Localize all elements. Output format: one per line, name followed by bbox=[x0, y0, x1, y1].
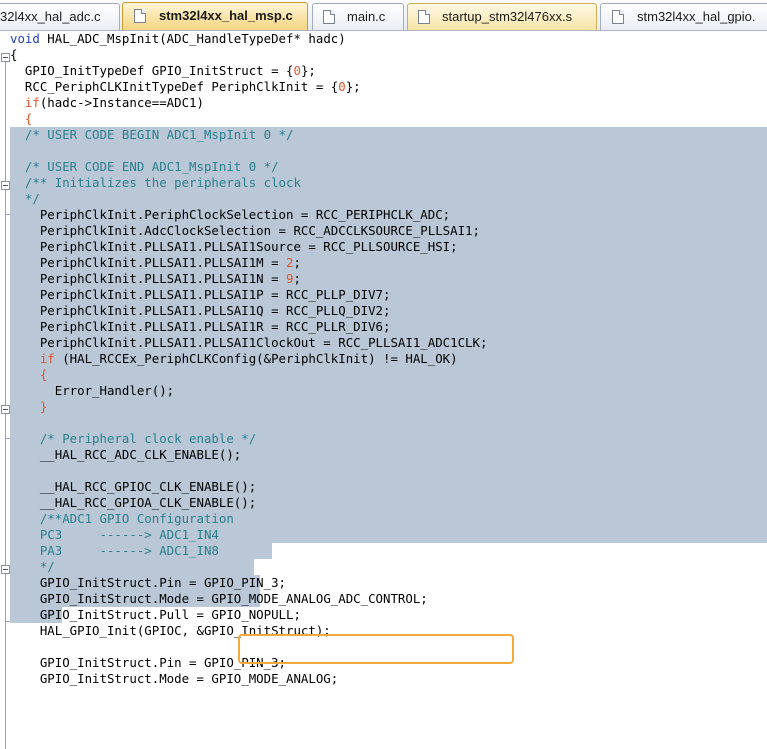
file-icon bbox=[323, 10, 335, 24]
tab-label: stm32l4xx_hal_msp.c bbox=[159, 8, 293, 23]
code-line: GPIO_InitStruct.Pull = GPIO_NOPULL; bbox=[10, 607, 301, 622]
code-line: GPIO_InitStruct.Mode = GPIO_MODE_ANALOG; bbox=[10, 671, 339, 686]
fold-guide bbox=[5, 59, 6, 749]
file-icon bbox=[418, 10, 430, 24]
fold-toggle-icon[interactable] bbox=[1, 405, 10, 414]
code-line: PC3 ------> ADC1_IN4 bbox=[10, 527, 219, 542]
annotation-highlight-box bbox=[238, 634, 514, 664]
tab-stm32l4xx-hal-adc[interactable]: 32l4xx_hal_adc.c bbox=[0, 3, 120, 30]
code-line: /**ADC1 GPIO Configuration bbox=[10, 511, 234, 526]
code-line: GPIO_InitTypeDef GPIO_InitStruct = {0}; bbox=[10, 63, 316, 78]
code-line: } bbox=[10, 399, 48, 414]
tab-label: stm32l4xx_hal_gpio. bbox=[637, 9, 756, 24]
code-line: PeriphClkInit.AdcClockSelection = RCC_AD… bbox=[10, 223, 480, 238]
code-editor[interactable]: void HAL_ADC_MspInit(ADC_HandleTypeDef* … bbox=[0, 31, 767, 749]
code-line: PA3 ------> ADC1_IN8 bbox=[10, 543, 219, 558]
code-line: Error_Handler(); bbox=[10, 383, 175, 398]
tab-main-c[interactable]: main.c bbox=[312, 3, 404, 30]
fold-toggle-icon[interactable] bbox=[1, 565, 10, 574]
code-line: PeriphClkInit.PLLSAI1.PLLSAI1R = RCC_PLL… bbox=[10, 319, 391, 334]
code-line: void HAL_ADC_MspInit(ADC_HandleTypeDef* … bbox=[10, 31, 346, 46]
editor-tab-bar: 32l4xx_hal_adc.c stm32l4xx_hal_msp.c mai… bbox=[0, 0, 767, 31]
tab-label: 32l4xx_hal_adc.c bbox=[0, 9, 101, 24]
code-line: /* USER CODE BEGIN ADC1_MspInit 0 */ bbox=[10, 127, 294, 142]
code-line: GPIO_InitStruct.Mode = GPIO_MODE_ANALOG_… bbox=[10, 591, 428, 606]
code-line: { bbox=[10, 47, 18, 62]
code-line: PeriphClkInit.PLLSAI1.PLLSAI1Source = RC… bbox=[10, 239, 458, 254]
file-icon bbox=[612, 10, 624, 24]
code-line: __HAL_RCC_GPIOC_CLK_ENABLE(); bbox=[10, 479, 257, 494]
code-line: */ bbox=[10, 559, 55, 574]
code-line: __HAL_RCC_GPIOA_CLK_ENABLE(); bbox=[10, 495, 257, 510]
code-line: RCC_PeriphCLKInitTypeDef PeriphClkInit =… bbox=[10, 79, 361, 94]
code-line: GPIO_InitStruct.Pin = GPIO_PIN_3; bbox=[10, 575, 287, 590]
code-line: /* Peripheral clock enable */ bbox=[10, 431, 257, 446]
fold-toggle-icon[interactable] bbox=[1, 53, 10, 62]
file-icon bbox=[134, 9, 146, 23]
fold-toggle-icon[interactable] bbox=[1, 181, 10, 190]
code-line: if (HAL_RCCEx_PeriphCLKConfig(&PeriphClk… bbox=[10, 351, 458, 366]
code-line: */ bbox=[10, 191, 40, 206]
code-line: PeriphClkInit.PLLSAI1.PLLSAI1M = 2; bbox=[10, 255, 301, 270]
code-line: __HAL_RCC_ADC_CLK_ENABLE(); bbox=[10, 447, 242, 462]
code-line: /* USER CODE END ADC1_MspInit 0 */ bbox=[10, 159, 279, 174]
code-line: if(hadc->Instance==ADC1) bbox=[10, 95, 204, 110]
tab-stm32l4xx-hal-msp[interactable]: stm32l4xx_hal_msp.c bbox=[122, 2, 308, 30]
tab-startup-stm32l476xx[interactable]: startup_stm32l476xx.s bbox=[407, 3, 597, 30]
code-line: PeriphClkInit.PLLSAI1.PLLSAI1ClockOut = … bbox=[10, 335, 488, 350]
code-line: PeriphClkInit.PeriphClockSelection = RCC… bbox=[10, 207, 451, 222]
code-line: PeriphClkInit.PLLSAI1.PLLSAI1Q = RCC_PLL… bbox=[10, 303, 391, 318]
code-line: PeriphClkInit.PLLSAI1.PLLSAI1N = 9; bbox=[10, 271, 301, 286]
tab-label: main.c bbox=[347, 9, 386, 24]
code-line: { bbox=[10, 367, 48, 382]
code-line: /** Initializes the peripherals clock bbox=[10, 175, 301, 190]
fold-gutter bbox=[0, 31, 10, 749]
tab-label: startup_stm32l476xx.s bbox=[442, 9, 573, 24]
code-line: PeriphClkInit.PLLSAI1.PLLSAI1P = RCC_PLL… bbox=[10, 287, 391, 302]
code-line: { bbox=[10, 111, 33, 126]
tab-stm32l4xx-hal-gpio[interactable]: stm32l4xx_hal_gpio. bbox=[600, 3, 767, 30]
